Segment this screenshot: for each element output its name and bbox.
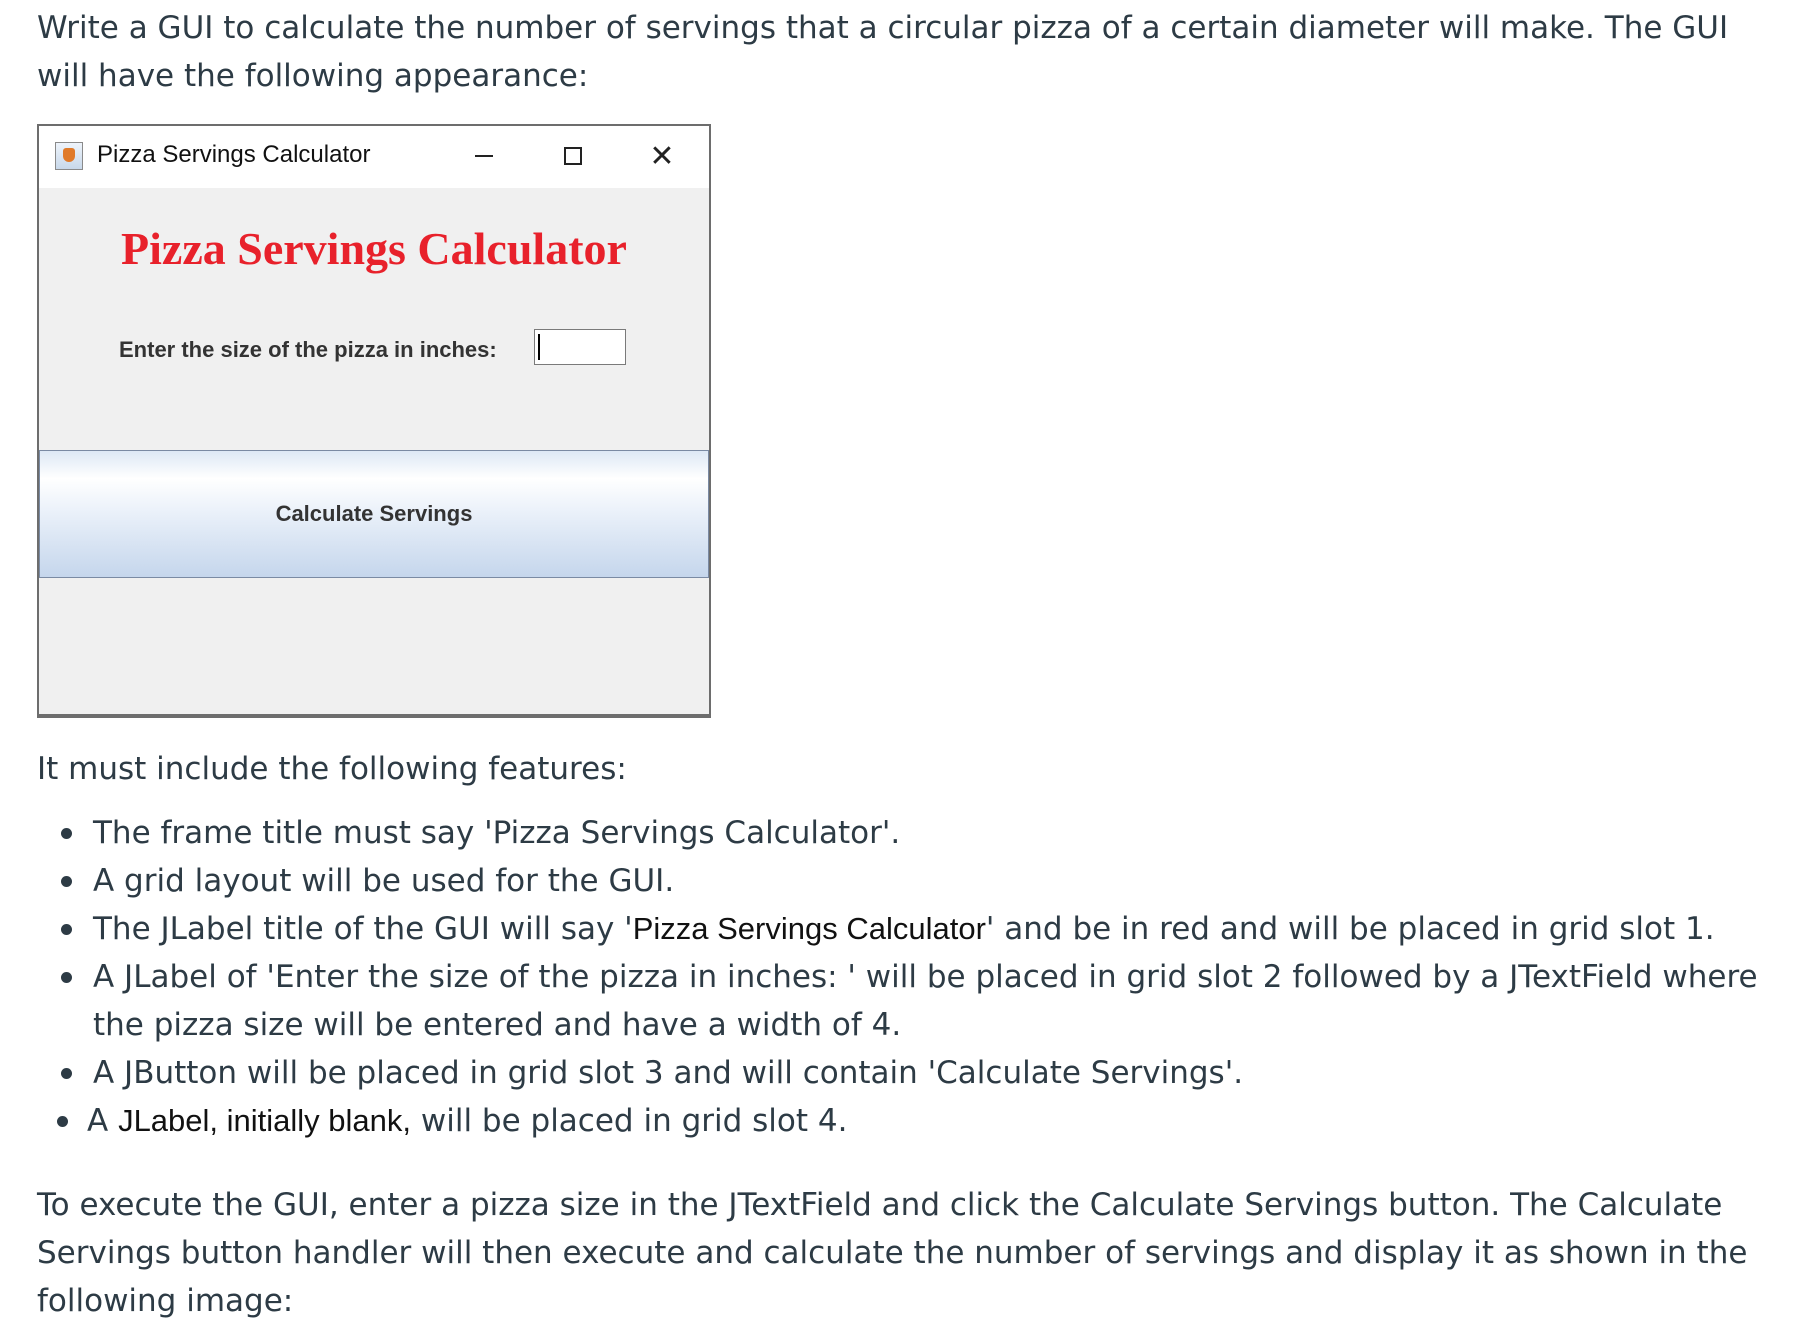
feature-item: A grid layout will be used for the GUI.: [37, 857, 1797, 905]
window-titlebar: Pizza Servings Calculator ✕: [39, 126, 709, 188]
window-border: [39, 714, 709, 716]
gui-screenshot: Pizza Servings Calculator ✕ Pizza Servin…: [37, 124, 711, 718]
maximize-icon: [564, 147, 582, 165]
feature-item: A JButton will be placed in grid slot 3 …: [37, 1049, 1797, 1097]
close-button[interactable]: ✕: [642, 138, 682, 174]
window-title: Pizza Servings Calculator: [97, 141, 371, 168]
calculate-servings-button[interactable]: Calculate Servings: [39, 450, 709, 578]
close-icon: ✕: [649, 138, 675, 174]
features-intro: It must include the following features:: [37, 751, 627, 787]
feature-item: A JLabel, initially blank, will be place…: [37, 1097, 1797, 1145]
intro-paragraph: Write a GUI to calculate the number of s…: [37, 10, 1729, 94]
maximize-button[interactable]: [553, 138, 593, 174]
pizza-size-input[interactable]: [534, 329, 626, 365]
feature-item: The frame title must say 'Pizza Servings…: [37, 809, 1797, 857]
features-list: The frame title must say 'Pizza Servings…: [37, 809, 1797, 1145]
outro-paragraph: To execute the GUI, enter a pizza size i…: [37, 1187, 1748, 1319]
minimize-button[interactable]: [464, 138, 504, 174]
gui-title-label: Pizza Servings Calculator: [121, 223, 627, 274]
feature-item: The JLabel title of the GUI will say 'Pi…: [37, 905, 1797, 953]
minimize-icon: [475, 155, 493, 157]
pizza-size-label: Enter the size of the pizza in inches:: [119, 337, 497, 362]
feature-item: A JLabel of 'Enter the size of the pizza…: [37, 953, 1797, 1049]
java-cup-icon: [55, 142, 83, 170]
